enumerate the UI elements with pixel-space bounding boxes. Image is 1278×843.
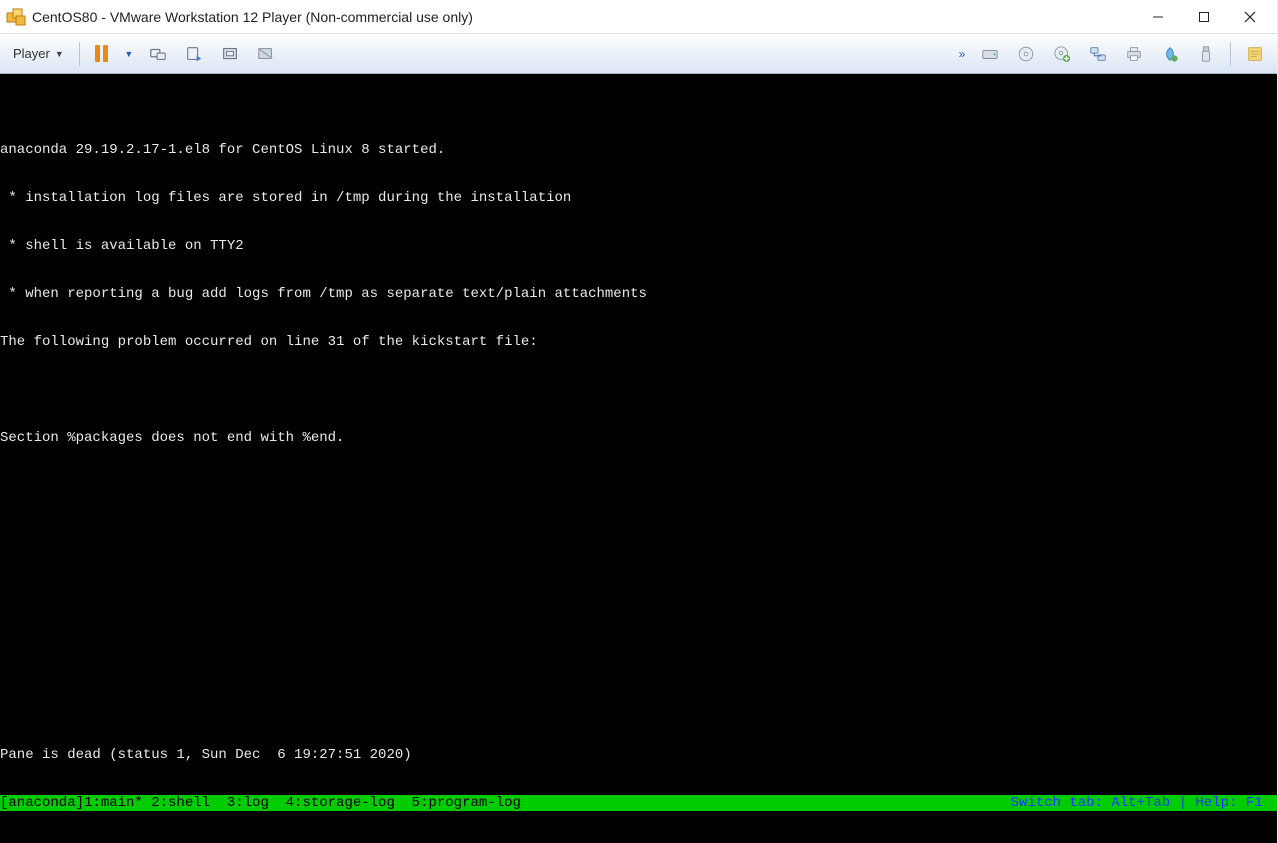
console-line: Section %packages does not end with %end… <box>0 430 1277 446</box>
console-line: anaconda 29.19.2.17-1.el8 for CentOS Lin… <box>0 142 1277 158</box>
maximize-button[interactable] <box>1181 0 1227 34</box>
vm-console[interactable]: anaconda 29.19.2.17-1.el8 for CentOS Lin… <box>0 74 1277 843</box>
tmux-statusbar: [anaconda]1:main* 2:shell 3:log 4:storag… <box>0 795 1277 811</box>
tmux-status-left: [anaconda]1:main* 2:shell 3:log 4:storag… <box>0 795 521 811</box>
toolbar-separator <box>79 42 80 66</box>
chevron-right-icon: » <box>959 47 966 61</box>
window-title: CentOS80 - VMware Workstation 12 Player … <box>32 9 473 25</box>
notes-icon <box>1246 45 1264 63</box>
pause-icon <box>95 45 108 62</box>
network-icon <box>1089 45 1107 63</box>
vmware-boxes-icon <box>6 7 26 27</box>
console-line: * when reporting a bug add logs from /tm… <box>0 286 1277 302</box>
console-line: The following problem occurred on line 3… <box>0 334 1277 350</box>
device-usb-button[interactable] <box>1190 38 1222 70</box>
chevron-down-icon: ▼ <box>55 49 64 59</box>
player-menu-button[interactable]: Player ▼ <box>6 38 71 70</box>
power-menu-button[interactable]: ▼ <box>120 38 138 70</box>
printer-icon <box>1125 45 1143 63</box>
cd-icon <box>1017 45 1035 63</box>
devices-expand-button[interactable]: » <box>954 38 970 70</box>
toolbar-separator <box>1230 42 1231 66</box>
pane-dead-status: Pane is dead (status 1, Sun Dec 6 19:27:… <box>0 747 1277 763</box>
device-harddisk-button[interactable] <box>974 38 1006 70</box>
fullscreen-icon <box>221 45 239 63</box>
toolbar: Player ▼ ▼ » <box>0 34 1277 74</box>
tmux-status-right: Switch tab: Alt+Tab | Help: F1 <box>1011 795 1277 811</box>
close-button[interactable] <box>1227 0 1273 34</box>
player-menu-label: Player <box>13 46 50 61</box>
minimize-button[interactable] <box>1135 0 1181 34</box>
device-network-button[interactable] <box>1082 38 1114 70</box>
manage-snapshots-button[interactable] <box>178 38 210 70</box>
console-output: anaconda 29.19.2.17-1.el8 for CentOS Lin… <box>0 106 1277 478</box>
console-bottom: Pane is dead (status 1, Sun Dec 6 19:27:… <box>0 715 1277 843</box>
cd-add-icon <box>1053 45 1071 63</box>
keyboard-icon <box>149 45 167 63</box>
tmux-status-mid <box>521 795 1011 811</box>
device-sound-button[interactable] <box>1154 38 1186 70</box>
titlebar: CentOS80 - VMware Workstation 12 Player … <box>0 0 1277 34</box>
unity-button[interactable] <box>250 38 282 70</box>
chevron-down-icon: ▼ <box>124 49 133 59</box>
device-printer-button[interactable] <box>1118 38 1150 70</box>
device-cd2-button[interactable] <box>1046 38 1078 70</box>
console-line: * installation log files are stored in /… <box>0 190 1277 206</box>
fullscreen-button[interactable] <box>214 38 246 70</box>
snapshot-icon <box>185 45 203 63</box>
usb-icon <box>1197 45 1215 63</box>
console-line: * shell is available on TTY2 <box>0 238 1277 254</box>
settings-button[interactable] <box>1239 38 1271 70</box>
sound-icon <box>1161 45 1179 63</box>
harddisk-icon <box>981 45 999 63</box>
send-ctrl-alt-del-button[interactable] <box>142 38 174 70</box>
console-line <box>0 382 1277 398</box>
unity-icon <box>257 45 275 63</box>
suspend-button[interactable] <box>88 38 116 70</box>
device-cd-button[interactable] <box>1010 38 1042 70</box>
